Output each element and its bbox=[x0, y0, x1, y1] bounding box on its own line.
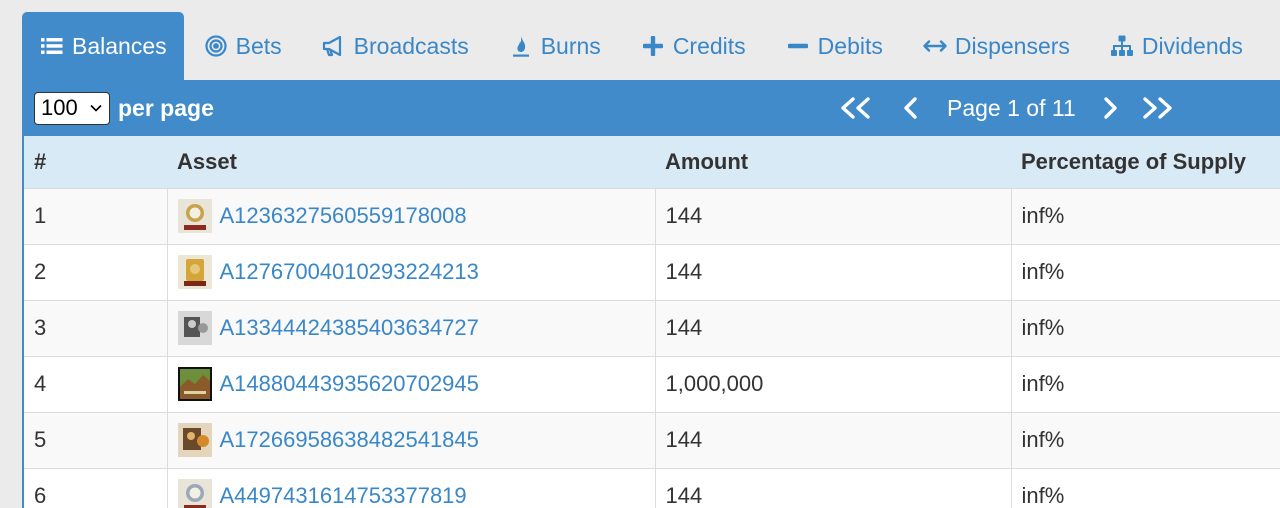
asset-link[interactable]: A12767004010293224213 bbox=[220, 259, 479, 285]
tab-label: Credits bbox=[672, 32, 746, 59]
asset-link[interactable]: A14880443935620702945 bbox=[220, 371, 479, 397]
table-row: 5 A17266958638482541845 144 inf% bbox=[24, 411, 1280, 468]
row-number: 5 bbox=[24, 411, 167, 468]
asset-cell: A13344424385403634727 bbox=[166, 299, 655, 356]
flame-icon bbox=[512, 36, 529, 57]
sitemap-icon bbox=[1110, 35, 1133, 56]
chevron-left-icon bbox=[904, 97, 917, 119]
asset-thumbnail-icon bbox=[177, 423, 212, 457]
tab-burns[interactable]: Burns bbox=[489, 12, 621, 80]
asset-cell: A17266958638482541845 bbox=[166, 411, 655, 468]
tab-balances[interactable]: Balances bbox=[22, 12, 184, 80]
tab-debits[interactable]: Debits bbox=[766, 12, 903, 80]
tab-label: Burns bbox=[540, 32, 601, 59]
chevron-right-icon bbox=[1104, 97, 1117, 119]
percentage-cell: inf% bbox=[1010, 187, 1280, 244]
arrows-h-icon bbox=[923, 40, 947, 52]
percentage-cell: inf% bbox=[1010, 467, 1280, 508]
table-row: 2 A12767004010293224213 144 inf% bbox=[24, 243, 1280, 300]
tab-credits[interactable]: Credits bbox=[621, 12, 766, 80]
asset-cell: A12767004010293224213 bbox=[166, 243, 655, 300]
tab-bar: Balances Bets Broadcasts Burns Credits D… bbox=[22, 12, 1280, 80]
percentage-cell: inf% bbox=[1010, 355, 1280, 412]
first-page-button[interactable] bbox=[839, 96, 873, 120]
asset-link[interactable]: A13344424385403634727 bbox=[220, 315, 479, 341]
asset-thumbnail-icon bbox=[177, 367, 212, 401]
per-page-label: per page bbox=[118, 94, 214, 121]
tab-label: Bets bbox=[235, 32, 282, 59]
percentage-cell: inf% bbox=[1010, 299, 1280, 356]
table-row: 4 A14880443935620702945 1,000,000 inf% bbox=[24, 355, 1280, 412]
tab-label: Balances bbox=[72, 32, 167, 59]
amount-cell: 1,000,000 bbox=[654, 355, 1011, 412]
tab-label: Debits bbox=[817, 32, 883, 59]
prev-page-button[interactable] bbox=[903, 96, 919, 120]
per-page-select[interactable]: 100 bbox=[34, 91, 110, 125]
table-row: 6 A4497431614753377819 144 inf% bbox=[24, 467, 1280, 508]
asset-thumbnail-icon bbox=[177, 311, 212, 345]
table-row: 1 A1236327560559178008 144 inf% bbox=[24, 187, 1280, 244]
row-number: 6 bbox=[24, 467, 167, 508]
tab-label: Dispensers bbox=[954, 32, 1070, 59]
tab-label: Dividends bbox=[1141, 32, 1243, 59]
chevron-down-icon bbox=[90, 104, 102, 112]
asset-thumbnail-icon bbox=[177, 479, 212, 508]
col-header-percentage[interactable]: Percentage of Supply bbox=[1011, 136, 1280, 188]
amount-cell: 144 bbox=[654, 299, 1011, 356]
table-header-row: # Asset Amount Percentage of Supply bbox=[24, 136, 1280, 188]
bullseye-icon bbox=[205, 35, 227, 57]
plus-icon bbox=[642, 36, 663, 56]
page-indicator: Page 1 of 11 bbox=[947, 94, 1076, 121]
asset-link[interactable]: A4497431614753377819 bbox=[220, 483, 467, 508]
col-header-asset[interactable]: Asset bbox=[167, 136, 655, 188]
amount-cell: 144 bbox=[654, 187, 1011, 244]
tab-dispensers[interactable]: Dispensers bbox=[903, 12, 1090, 80]
row-number: 4 bbox=[24, 355, 167, 412]
table-row: 3 A13344424385403634727 144 inf% bbox=[24, 299, 1280, 356]
amount-cell: 144 bbox=[654, 467, 1011, 508]
row-number: 3 bbox=[24, 299, 167, 356]
balances-table: # Asset Amount Percentage of Supply 1 A1… bbox=[24, 136, 1280, 508]
amount-cell: 144 bbox=[654, 411, 1011, 468]
per-page-value: 100 bbox=[41, 95, 78, 120]
bullhorn-icon bbox=[322, 35, 341, 57]
list-icon bbox=[41, 38, 63, 54]
percentage-cell: inf% bbox=[1010, 411, 1280, 468]
row-number: 2 bbox=[24, 243, 167, 300]
percentage-cell: inf% bbox=[1010, 243, 1280, 300]
double-chevron-left-icon bbox=[841, 97, 870, 119]
tab-dividends[interactable]: Dividends bbox=[1090, 12, 1263, 80]
col-header-amount[interactable]: Amount bbox=[655, 136, 1011, 188]
tab-broadcasts[interactable]: Broadcasts bbox=[302, 12, 489, 80]
pager: Page 1 of 11 bbox=[839, 80, 1174, 136]
row-number: 1 bbox=[24, 187, 167, 244]
tab-label: Broadcasts bbox=[353, 32, 469, 59]
last-page-button[interactable] bbox=[1140, 96, 1174, 120]
tab-bets[interactable]: Bets bbox=[184, 12, 302, 80]
asset-link[interactable]: A1236327560559178008 bbox=[220, 203, 467, 229]
balances-panel: 100 per page Page 1 of 11 # Asset Amount… bbox=[22, 80, 1280, 508]
col-header-number[interactable]: # bbox=[24, 136, 167, 188]
asset-cell: A14880443935620702945 bbox=[166, 355, 655, 412]
asset-thumbnail-icon bbox=[177, 255, 212, 289]
per-page-control: 100 per page bbox=[34, 91, 214, 125]
amount-cell: 144 bbox=[654, 243, 1011, 300]
asset-cell: A1236327560559178008 bbox=[166, 187, 655, 244]
double-chevron-right-icon bbox=[1143, 97, 1172, 119]
asset-link[interactable]: A17266958638482541845 bbox=[220, 427, 479, 453]
pagination-bar: 100 per page Page 1 of 11 bbox=[24, 80, 1280, 136]
next-page-button[interactable] bbox=[1102, 96, 1118, 120]
minus-icon bbox=[787, 43, 808, 49]
asset-thumbnail-icon bbox=[177, 199, 212, 233]
asset-cell: A4497431614753377819 bbox=[166, 467, 655, 508]
